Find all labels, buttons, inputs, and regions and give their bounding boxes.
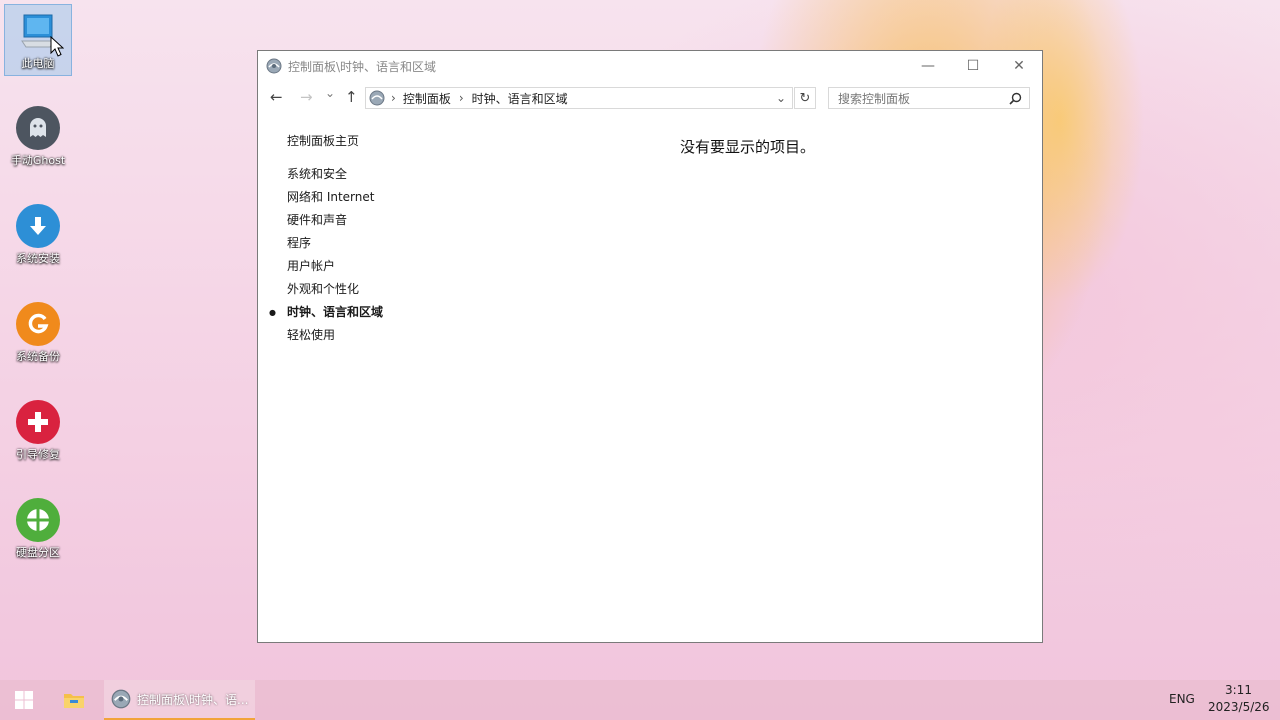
breadcrumb-separator-icon: › [391, 91, 396, 105]
empty-content-message: 没有要显示的项目。 [680, 138, 816, 156]
forward-button[interactable]: → [300, 88, 313, 106]
breadcrumb-separator-icon: › [458, 91, 464, 105]
back-button[interactable]: ← [270, 88, 283, 106]
sidebar-item-programs[interactable]: 程序 [287, 232, 383, 255]
start-button[interactable] [0, 680, 48, 720]
disk-partition-icon [16, 498, 60, 542]
desktop-icon-ghost[interactable]: 手动Ghost [4, 102, 72, 174]
maximize-button[interactable]: ☐ [950, 51, 996, 81]
desktop-icon-label: 手动Ghost [10, 154, 66, 167]
desktop-icon-label: 硬盘分区 [16, 546, 60, 559]
title-bar[interactable]: 控制面板\时钟、语言和区域 — ☐ ✕ [258, 51, 1042, 81]
sidebar: 控制面板主页 系统和安全 网络和 Internet 硬件和声音 程序 用户帐户 … [269, 130, 383, 347]
taskbar: 控制面板\时钟、语... ENG 3:11 2023/5/26 [0, 680, 1280, 720]
folder-icon [64, 694, 84, 708]
refresh-button[interactable]: ↻ [794, 87, 816, 109]
plus-repair-icon [16, 400, 60, 444]
window-title: 控制面板\时钟、语言和区域 [288, 59, 437, 74]
desktop-icon-system-backup[interactable]: 系统备份 [4, 298, 72, 370]
desktop-icon-label: 系统安装 [16, 252, 60, 265]
close-button[interactable]: ✕ [996, 51, 1042, 81]
taskbar-control-panel[interactable]: 控制面板\时钟、语... [104, 680, 255, 720]
desktop-icon-label: 引导修复 [16, 448, 60, 461]
maximize-icon: ☐ [966, 58, 980, 74]
desktop-icon-disk-partition[interactable]: 硬盘分区 [4, 494, 72, 566]
taskbar-file-explorer[interactable] [52, 680, 96, 720]
ghost-icon [16, 106, 60, 150]
sidebar-item-user-accounts[interactable]: 用户帐户 [287, 255, 383, 278]
control-panel-icon [266, 58, 282, 74]
refresh-icon: ↻ [799, 90, 811, 106]
up-button[interactable]: ↑ [345, 88, 358, 106]
minimize-icon: — [921, 58, 935, 74]
sidebar-item-hardware-sound[interactable]: 硬件和声音 [287, 209, 383, 232]
search-box[interactable]: 搜索控制面板 [828, 87, 1030, 109]
mouse-cursor-icon [50, 36, 64, 57]
sidebar-home-link[interactable]: 控制面板主页 [287, 130, 383, 153]
close-icon: ✕ [1013, 58, 1025, 74]
clock-time[interactable]: 3:11 [1225, 683, 1252, 697]
sidebar-item-appearance[interactable]: 外观和个性化 [287, 278, 383, 301]
sidebar-item-ease-of-access[interactable]: 轻松使用 [287, 324, 383, 347]
sidebar-item-network-internet[interactable]: 网络和 Internet [287, 186, 383, 209]
control-panel-window: 控制面板\时钟、语言和区域 — ☐ ✕ ← → ⌄ ↑ › 控制面板 › 时钟、… [257, 50, 1043, 643]
minimize-button[interactable]: — [905, 51, 951, 81]
sidebar-item-clock-language-region[interactable]: 时钟、语言和区域 [269, 301, 383, 324]
address-dropdown-icon[interactable]: ⌄ [776, 91, 786, 105]
control-panel-icon [369, 90, 385, 106]
desktop-icon-boot-repair[interactable]: 引导修复 [4, 396, 72, 468]
search-input[interactable]: 搜索控制面板 [838, 90, 910, 107]
address-bar[interactable]: › 控制面板 › 时钟、语言和区域 ⌄ [365, 87, 793, 109]
clock-date[interactable]: 2023/5/26 [1208, 700, 1270, 714]
control-panel-icon [111, 689, 131, 709]
language-indicator[interactable]: ENG [1169, 692, 1195, 706]
desktop-icon-system-install[interactable]: 系统安装 [4, 200, 72, 272]
magnifier-icon[interactable] [1009, 92, 1022, 105]
breadcrumb-clock-language-region[interactable]: 时钟、语言和区域 [472, 90, 568, 107]
breadcrumb-control-panel[interactable]: 控制面板 [403, 90, 451, 107]
windows-logo-icon [15, 691, 33, 709]
backup-g-icon [16, 302, 60, 346]
download-arrow-icon [16, 204, 60, 248]
desktop-icon-label: 系统备份 [16, 350, 60, 363]
taskbar-app-label: 控制面板\时钟、语... [137, 692, 249, 707]
sidebar-item-system-security[interactable]: 系统和安全 [287, 163, 383, 186]
recent-locations-button[interactable]: ⌄ [325, 86, 335, 100]
